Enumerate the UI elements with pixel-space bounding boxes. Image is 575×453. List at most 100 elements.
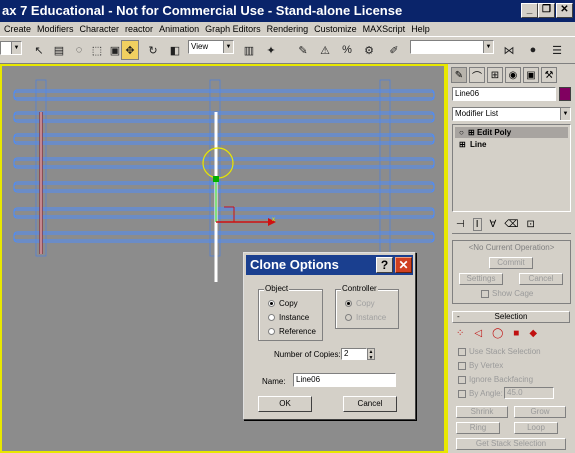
rotate-icon[interactable]: ↻ bbox=[144, 40, 162, 60]
cancel-button[interactable]: Cancel bbox=[343, 396, 397, 412]
clone-options-dialog: Clone Options ? ✕ Object Copy Instance R… bbox=[243, 252, 416, 420]
commit-button[interactable]: Commit bbox=[489, 257, 533, 269]
select-arrow-icon[interactable]: ↖ bbox=[30, 40, 48, 60]
dialog-close-button[interactable]: ✕ bbox=[395, 257, 412, 273]
light-bulb-icon[interactable]: ○ bbox=[459, 127, 464, 138]
stack-item-edit-poly[interactable]: ○ ⊞ Edit Poly bbox=[455, 127, 568, 138]
region-select-icon[interactable]: ◌ bbox=[70, 40, 88, 60]
selection-filter-combo[interactable]: ▼ bbox=[0, 41, 22, 55]
dialog-title: Clone Options bbox=[250, 257, 339, 272]
expand-icon[interactable]: ⊞ bbox=[468, 127, 475, 138]
ignore-backfacing-checkbox[interactable]: Ignore Backfacing bbox=[458, 375, 533, 384]
no-operation-label: <No Current Operation> bbox=[468, 243, 555, 252]
scale-icon[interactable]: ◧ bbox=[166, 40, 184, 60]
polygon-icon[interactable]: ■ bbox=[513, 328, 519, 339]
vertex-icon[interactable]: ⁘ bbox=[456, 328, 464, 339]
select-manipulate-icon[interactable]: ✦ bbox=[262, 40, 280, 60]
move-icon[interactable]: ✥ bbox=[121, 40, 139, 60]
copies-field[interactable]: 2 bbox=[341, 348, 367, 360]
name-label: Name: bbox=[262, 377, 286, 386]
stack-item-line[interactable]: ⊞ Line bbox=[455, 139, 568, 150]
snap-icon[interactable]: ✎ bbox=[294, 40, 312, 60]
render-icon[interactable]: ☰ bbox=[548, 40, 566, 60]
dialog-title-bar: Clone Options ? ✕ bbox=[246, 255, 413, 275]
angle-snap-icon[interactable]: ⚠ bbox=[316, 40, 334, 60]
show-cage-checkbox[interactable]: Show Cage bbox=[481, 289, 533, 298]
use-stack-selection-checkbox[interactable]: Use Stack Selection bbox=[458, 347, 541, 356]
remove-modifier-icon[interactable]: ⌫ bbox=[504, 219, 518, 230]
command-panel: ✎ ⌒ ⊞ ◉ ▣ ⚒ Line06 Modifier List ▼ ○ ⊞ Edit… bbox=[446, 64, 575, 453]
loop-button[interactable]: Loop bbox=[514, 422, 558, 434]
cancel-op-button[interactable]: Cancel bbox=[519, 273, 563, 285]
controller-group-label: Controller bbox=[341, 284, 378, 293]
material-editor-icon[interactable]: ● bbox=[524, 40, 542, 60]
configure-sets-icon[interactable]: ⊡ bbox=[526, 219, 534, 230]
reference-radio[interactable]: Reference bbox=[268, 327, 316, 336]
utilities-tab-icon[interactable]: ⚒ bbox=[541, 67, 557, 83]
instance-radio[interactable]: Instance bbox=[268, 313, 309, 322]
show-end-result-icon[interactable]: I bbox=[472, 218, 482, 231]
motion-tab-icon[interactable]: ◉ bbox=[505, 67, 521, 83]
copy-radio[interactable]: Copy bbox=[268, 299, 298, 308]
named-selection-icon[interactable]: ✐ bbox=[385, 40, 403, 60]
expand-icon[interactable]: ⊞ bbox=[459, 139, 466, 150]
menu-animation[interactable]: Animation bbox=[156, 24, 202, 34]
svg-text:x: x bbox=[272, 217, 275, 223]
mirror-icon[interactable]: ⋈ bbox=[500, 40, 518, 60]
menu-modifiers[interactable]: Modifiers bbox=[34, 24, 77, 34]
name-field[interactable]: Line06 bbox=[293, 373, 396, 387]
create-tab-icon[interactable]: ✎ bbox=[451, 67, 467, 83]
menu-reactor[interactable]: reactor bbox=[122, 24, 156, 34]
controller-group: Controller Copy Instance bbox=[335, 284, 399, 329]
object-color-swatch[interactable] bbox=[559, 87, 571, 101]
by-vertex-checkbox[interactable]: By Vertex bbox=[458, 361, 503, 370]
minimize-button[interactable]: _ bbox=[521, 3, 538, 18]
window-title: ax 7 Educational - Not for Commercial Us… bbox=[2, 3, 403, 18]
get-stack-selection-button[interactable]: Get Stack Selection bbox=[456, 438, 566, 450]
grow-button[interactable]: Grow bbox=[514, 406, 566, 418]
make-unique-icon[interactable]: ∀ bbox=[490, 219, 497, 230]
hierarchy-tab-icon[interactable]: ⊞ bbox=[487, 67, 503, 83]
element-icon[interactable]: ◆ bbox=[529, 328, 537, 339]
controller-copy-radio: Copy bbox=[345, 299, 375, 308]
angle-value-field[interactable]: 45.0 bbox=[504, 387, 554, 399]
settings-button[interactable]: Settings bbox=[459, 273, 503, 285]
copies-spinner[interactable]: ▲ ▼ bbox=[367, 348, 375, 361]
shrink-button[interactable]: Shrink bbox=[456, 406, 508, 418]
menu-customize[interactable]: Customize bbox=[311, 24, 360, 34]
menu-graph-editors[interactable]: Graph Editors bbox=[202, 24, 264, 34]
menu-help[interactable]: Help bbox=[408, 24, 433, 34]
select-region-icon[interactable]: ⬚ bbox=[88, 40, 106, 60]
spinner-snap-icon[interactable]: ⚙ bbox=[360, 40, 378, 60]
menu-rendering[interactable]: Rendering bbox=[264, 24, 312, 34]
rotation-gizmo[interactable] bbox=[202, 147, 234, 179]
modify-tab-icon[interactable]: ⌒ bbox=[469, 67, 485, 83]
stack-toolbar: ⊣ I ∀ ⌫ ⊡ bbox=[452, 216, 571, 234]
select-by-name-icon[interactable]: ▤ bbox=[50, 40, 68, 60]
edit-poly-mode-rollout: <No Current Operation> Commit Settings C… bbox=[452, 240, 571, 304]
ring-button[interactable]: Ring bbox=[456, 422, 500, 434]
ok-button[interactable]: OK bbox=[258, 396, 312, 412]
selection-rollout-header[interactable]: - Selection bbox=[452, 311, 570, 323]
menu-character[interactable]: Character bbox=[77, 24, 123, 34]
percent-snap-icon[interactable]: % bbox=[338, 40, 356, 60]
menu-maxscript[interactable]: MAXScript bbox=[360, 24, 409, 34]
reference-coord-combo[interactable]: View ▼ bbox=[188, 40, 234, 54]
pivot-icon[interactable]: ▥ bbox=[240, 40, 258, 60]
help-button[interactable]: ? bbox=[376, 257, 393, 273]
named-selection-sets-combo[interactable]: ▼ bbox=[410, 40, 494, 54]
menu-create[interactable]: Create bbox=[1, 24, 34, 34]
copies-label: Number of Copies: bbox=[274, 350, 341, 359]
maximize-button[interactable]: ❐ bbox=[538, 3, 555, 18]
close-button[interactable]: ✕ bbox=[556, 3, 573, 18]
by-angle-checkbox[interactable]: By Angle: bbox=[458, 389, 503, 398]
edge-icon[interactable]: ◁ bbox=[474, 328, 482, 339]
subobject-icons: ⁘ ◁ ◯ ■ ◆ bbox=[456, 326, 568, 340]
object-name-field[interactable]: Line06 bbox=[452, 87, 556, 101]
object-group-label: Object bbox=[264, 284, 290, 293]
slat-group bbox=[13, 89, 435, 243]
pin-stack-icon[interactable]: ⊣ bbox=[456, 219, 465, 230]
display-tab-icon[interactable]: ▣ bbox=[523, 67, 539, 83]
border-icon[interactable]: ◯ bbox=[492, 328, 503, 339]
modifier-list-combo[interactable]: Modifier List ▼ bbox=[452, 107, 571, 121]
